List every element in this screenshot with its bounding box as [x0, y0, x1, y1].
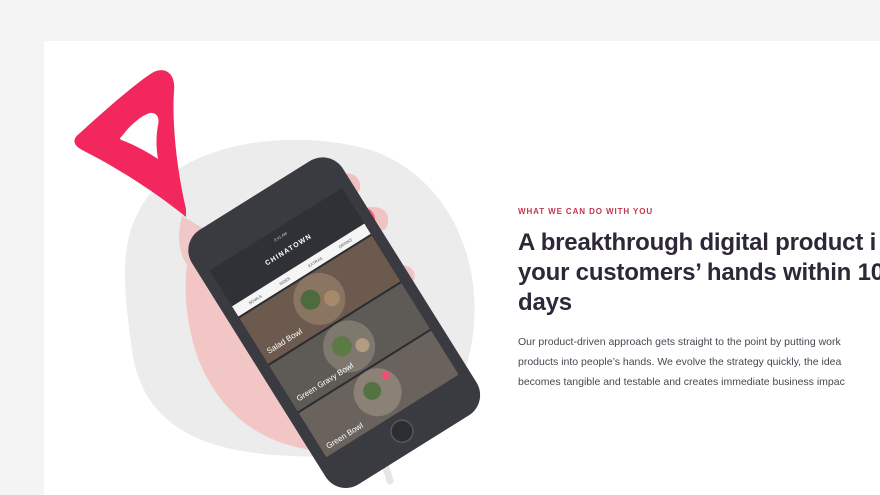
section-eyebrow: WHAT WE CAN DO WITH YOU [518, 207, 654, 216]
brand-logo-icon [74, 70, 186, 217]
feature-section: WHAT WE CAN DO WITH YOU A breakthrough d… [518, 207, 880, 392]
description-line: Our product-driven approach gets straigh… [518, 336, 841, 348]
section-description: Our product-driven approach gets straigh… [518, 332, 880, 392]
headline-line: A breakthrough digital product i [518, 229, 877, 256]
description-line: becomes tangible and testable and create… [518, 376, 845, 388]
headline-line: your customers’ hands within 10 [518, 259, 880, 286]
page-card: CHINATOWN 9:41 AM BOWLS SIDES EXTRAS DRI… [44, 41, 880, 495]
section-headline: A breakthrough digital product i your cu… [518, 228, 880, 318]
hero-illustration: CHINATOWN 9:41 AM BOWLS SIDES EXTRAS DRI… [74, 70, 481, 488]
headline-line: days [518, 289, 572, 316]
description-line: products into people’s hands. We evolve … [518, 356, 842, 368]
